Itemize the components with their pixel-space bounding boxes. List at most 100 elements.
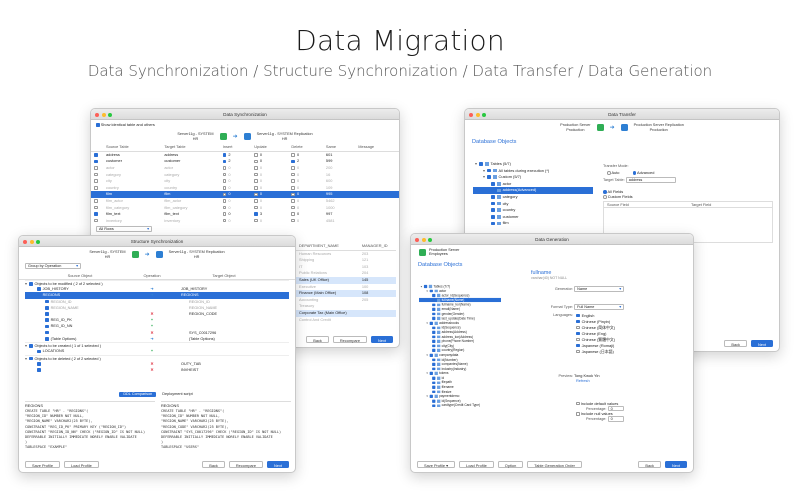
object-checkbox[interactable] bbox=[37, 349, 41, 354]
tree-item[interactable]: city bbox=[473, 201, 593, 208]
col-message[interactable]: Message bbox=[355, 144, 399, 152]
col-delete[interactable]: Delete bbox=[288, 144, 323, 152]
tree-checkbox[interactable] bbox=[429, 395, 433, 398]
back-button[interactable]: Back bbox=[724, 340, 747, 347]
row-checkbox[interactable] bbox=[94, 166, 98, 170]
tree-checkbox[interactable] bbox=[432, 399, 436, 403]
object-checkbox[interactable] bbox=[45, 330, 49, 335]
minimize-button[interactable] bbox=[421, 237, 426, 242]
tree-item[interactable]: ▾ Tables (5/7) bbox=[473, 161, 593, 168]
tree-checkbox[interactable] bbox=[491, 195, 495, 199]
tree-checkbox[interactable] bbox=[429, 321, 433, 325]
row-checkbox[interactable] bbox=[94, 205, 98, 210]
ins-checkbox[interactable] bbox=[222, 185, 227, 190]
upd-checkbox[interactable] bbox=[254, 179, 258, 183]
row-checkbox[interactable] bbox=[94, 152, 98, 157]
tree-checkbox[interactable] bbox=[491, 188, 495, 193]
tree-checkbox[interactable] bbox=[432, 358, 436, 362]
table-row[interactable]: Shipping 121 bbox=[296, 257, 396, 264]
col-manager-id[interactable]: MANAGER_ID bbox=[358, 243, 396, 251]
table-row[interactable]: IT 103 bbox=[296, 264, 396, 271]
upd-checkbox[interactable] bbox=[254, 212, 258, 216]
tree-checkbox[interactable] bbox=[432, 381, 436, 385]
col-source-table[interactable]: Source Table bbox=[103, 144, 162, 152]
ins-checkbox[interactable] bbox=[222, 192, 227, 197]
tree-item[interactable]: customer bbox=[473, 214, 593, 221]
table-row[interactable]: Accounting 205 bbox=[296, 297, 396, 304]
tree-row[interactable]: LOCATIONS + bbox=[25, 348, 289, 354]
del-checkbox[interactable] bbox=[291, 152, 295, 157]
tree-item[interactable]: ▾ Custom (5/7) bbox=[473, 174, 593, 181]
tree-checkbox[interactable] bbox=[432, 335, 436, 339]
tree-checkbox[interactable] bbox=[432, 317, 436, 321]
row-checkbox[interactable] bbox=[94, 199, 98, 203]
refresh-link[interactable]: Refresh bbox=[576, 378, 689, 383]
tree-item[interactable]: ▾ All tables during execution (*) bbox=[473, 168, 593, 175]
row-checkbox[interactable] bbox=[94, 212, 98, 216]
table-row[interactable]: film film 0 0 0 995 bbox=[91, 191, 399, 198]
back-button[interactable]: Back bbox=[202, 461, 225, 468]
col-target-table[interactable]: Target Table bbox=[161, 144, 220, 152]
group-by-select[interactable]: Group by Operation ▾ bbox=[25, 263, 81, 269]
group-checkbox[interactable] bbox=[28, 356, 33, 361]
save-profile-button[interactable]: Save Profile bbox=[25, 461, 60, 468]
upd-checkbox[interactable] bbox=[254, 166, 258, 170]
language-checkbox[interactable] bbox=[576, 343, 580, 348]
option-button[interactable]: Option bbox=[497, 461, 524, 468]
del-checkbox[interactable] bbox=[291, 166, 295, 170]
next-button[interactable]: Next bbox=[267, 461, 289, 468]
ins-checkbox[interactable] bbox=[222, 179, 227, 183]
row-checkbox[interactable] bbox=[94, 179, 98, 183]
next-button[interactable]: Next bbox=[665, 461, 687, 468]
group-checkbox[interactable] bbox=[28, 344, 33, 348]
table-row[interactable]: Corporate Tax (Main Office) bbox=[296, 309, 396, 317]
save-profile-button[interactable]: Save Profile ▾ bbox=[417, 461, 456, 468]
table-row[interactable]: Treasury bbox=[296, 303, 396, 310]
back-button[interactable]: Back bbox=[638, 461, 661, 468]
back-button[interactable]: Back bbox=[306, 336, 329, 343]
tree-checkbox[interactable] bbox=[486, 168, 491, 173]
table-row[interactable]: Sales (UK Office) 145 bbox=[296, 276, 396, 284]
object-checkbox[interactable] bbox=[45, 336, 49, 341]
custom-fields-radio[interactable] bbox=[603, 194, 607, 199]
tab-ddl-comparison[interactable]: DDL Comparison bbox=[119, 392, 157, 397]
ins-checkbox[interactable] bbox=[222, 166, 227, 170]
ins-checkbox[interactable] bbox=[222, 172, 227, 177]
row-checkbox[interactable] bbox=[94, 192, 98, 197]
tree-checkbox[interactable] bbox=[432, 294, 436, 298]
table-row[interactable]: city city 0 0 0 600 bbox=[91, 178, 399, 185]
tree-checkbox[interactable] bbox=[491, 201, 495, 206]
upd-checkbox[interactable] bbox=[254, 218, 258, 223]
tree-checkbox[interactable] bbox=[432, 349, 436, 353]
zoom-button[interactable] bbox=[108, 112, 112, 117]
del-checkbox[interactable] bbox=[291, 185, 295, 190]
table-row[interactable]: film_actor film_actor 0 0 0 5462 bbox=[91, 198, 399, 205]
table-row[interactable]: Finance (Main Office) 108 bbox=[296, 290, 396, 297]
table-row[interactable]: film_text film_text 0 3 0 997 bbox=[91, 211, 399, 218]
tree-checkbox[interactable] bbox=[432, 307, 436, 311]
object-checkbox[interactable] bbox=[37, 293, 41, 298]
row-checkbox[interactable] bbox=[94, 185, 98, 190]
tree-checkbox[interactable] bbox=[432, 303, 436, 307]
format-type-select[interactable]: Full Name ▾ bbox=[574, 303, 625, 310]
tree-checkbox[interactable] bbox=[432, 340, 436, 343]
tree-item[interactable]: actor bbox=[473, 181, 593, 188]
tab-deployment-script[interactable]: Deployment script bbox=[158, 392, 196, 397]
table-row[interactable]: actor actor 0 0 0 200 bbox=[91, 165, 399, 172]
language-option[interactable]: Japanese (日本語) bbox=[576, 349, 615, 355]
tree-checkbox[interactable] bbox=[429, 289, 433, 293]
ins-checkbox[interactable] bbox=[222, 199, 227, 203]
table-row[interactable]: film_category film_category 0 0 0 1000 bbox=[91, 205, 399, 212]
del-checkbox[interactable] bbox=[291, 179, 295, 183]
generator-select[interactable]: Name ▾ bbox=[574, 286, 625, 292]
row-checkbox[interactable] bbox=[94, 159, 98, 164]
row-checkbox[interactable] bbox=[94, 218, 98, 223]
tree-item[interactable]: category bbox=[473, 194, 593, 201]
tree-checkbox[interactable] bbox=[432, 330, 436, 334]
tree-row[interactable]: (Table Options) ➜ (Table Options) bbox=[25, 336, 289, 342]
tree-checkbox[interactable] bbox=[432, 404, 436, 408]
include-default-checkbox[interactable] bbox=[576, 401, 580, 406]
del-checkbox[interactable] bbox=[291, 159, 295, 164]
language-checkbox[interactable] bbox=[576, 319, 580, 324]
upd-checkbox[interactable] bbox=[254, 159, 258, 164]
